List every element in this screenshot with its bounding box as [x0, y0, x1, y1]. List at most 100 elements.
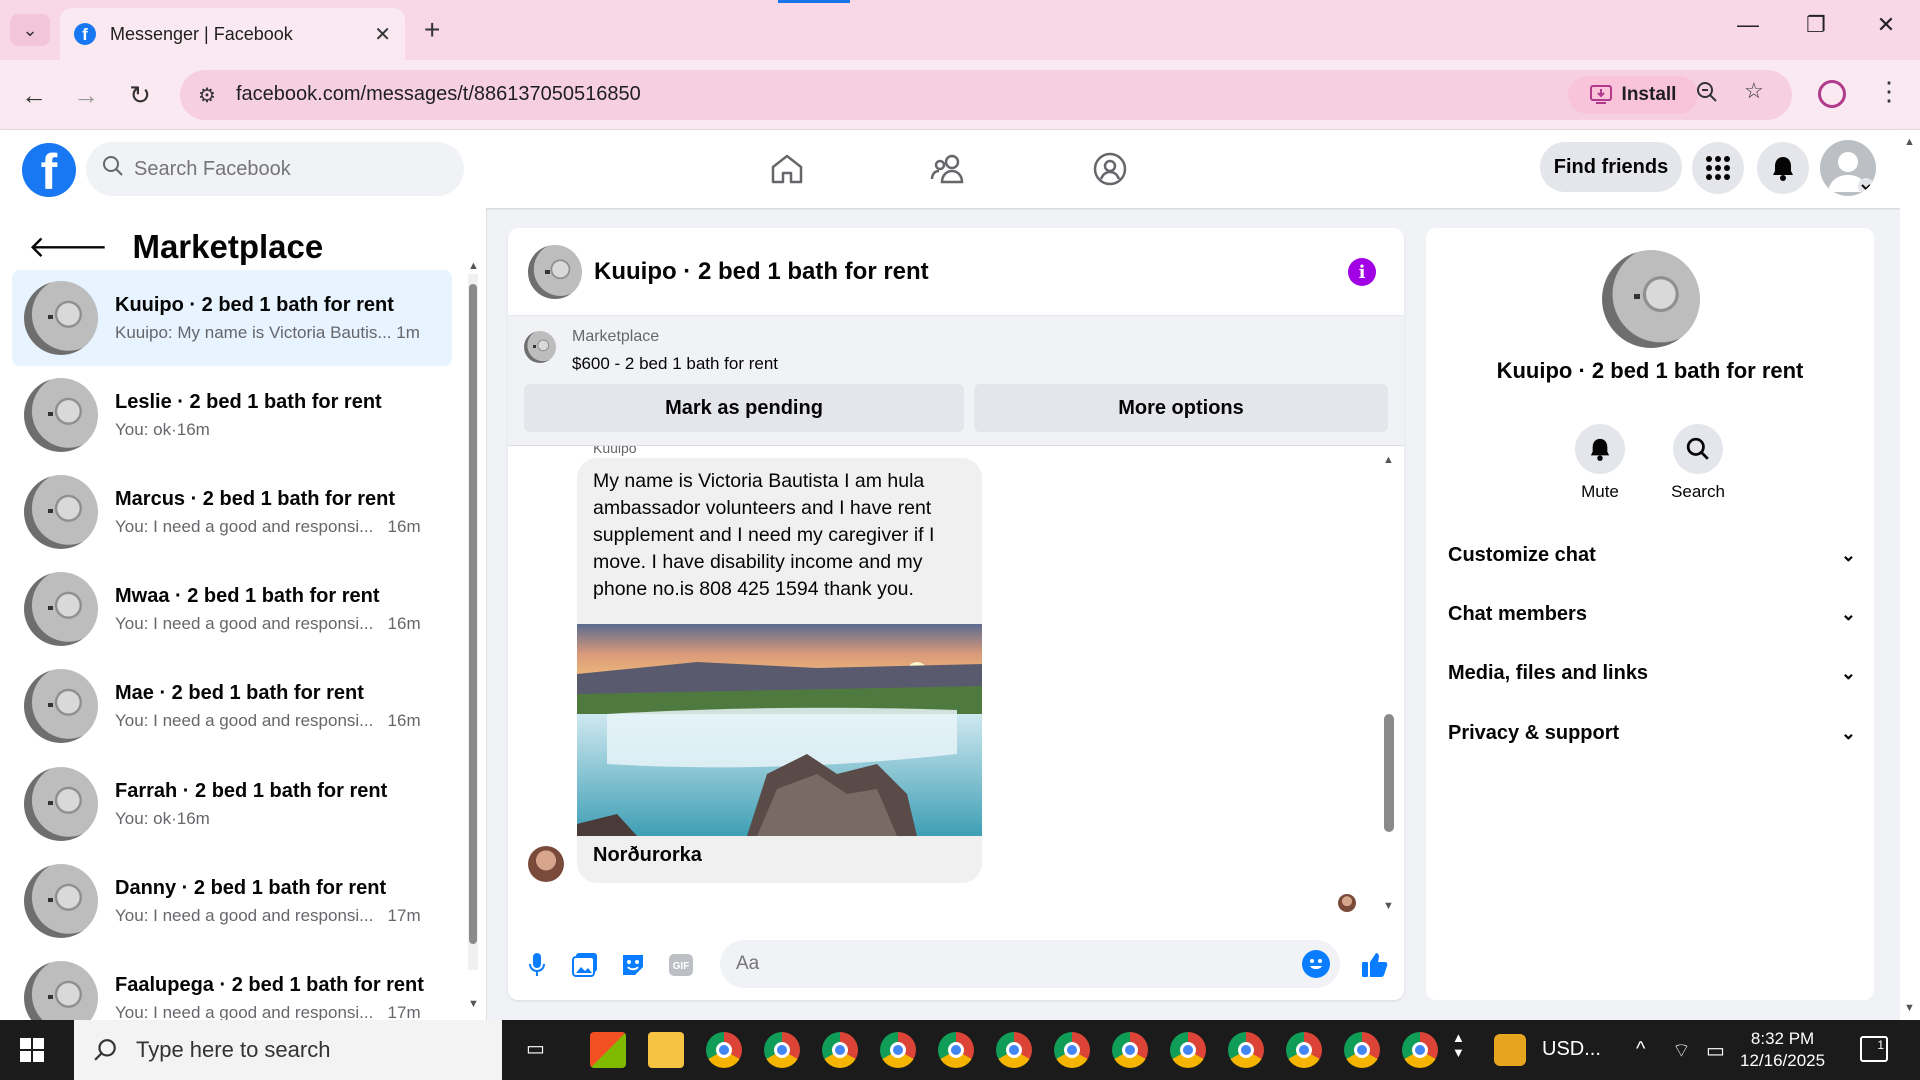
find-friends-button[interactable]: Find friends: [1540, 142, 1682, 192]
tray-chevron-up-icon[interactable]: ^: [1636, 1038, 1645, 1061]
microphone-icon[interactable]: [522, 950, 552, 980]
chat-scroll-up-icon[interactable]: ▲: [1383, 454, 1394, 466]
facebook-search-input[interactable]: [134, 157, 434, 181]
attachment-caption[interactable]: Norðurorka: [593, 844, 702, 867]
scrollbar-thumb[interactable]: [469, 284, 477, 944]
wifi-icon[interactable]: ⌔: [1672, 1038, 1691, 1063]
conversation-item-leslie[interactable]: Leslie · 2 bed 1 bath for rent You: ok · 1…: [12, 367, 452, 463]
taskbar-overflow-icon[interactable]: ▲ ▼: [1452, 1030, 1465, 1060]
zoom-icon[interactable]: [1696, 81, 1718, 109]
taskbar-search[interactable]: Type here to search: [74, 1020, 502, 1080]
conversation-item-faalupega[interactable]: Faalupega · 2 bed 1 bath for rent You: I…: [12, 950, 452, 1020]
chrome-app-icon[interactable]: [996, 1032, 1032, 1068]
currency-widget-label[interactable]: USD...: [1542, 1038, 1601, 1061]
browser-menu-icon[interactable]: ⋮: [1876, 76, 1902, 107]
file-explorer-icon[interactable]: [648, 1032, 684, 1068]
message-bubble[interactable]: My name is Victoria Bautista I am hula a…: [577, 458, 982, 883]
conversation-item-kuuipo[interactable]: Kuuipo · 2 bed 1 bath for rent Kuuipo: M…: [12, 270, 452, 366]
mark-as-pending-button[interactable]: Mark as pending: [524, 384, 964, 432]
listing-title[interactable]: $600 - 2 bed 1 bath for rent: [572, 354, 778, 374]
chat-members-section[interactable]: Chat members ⌄: [1448, 589, 1856, 639]
home-nav-icon[interactable]: [757, 148, 817, 190]
tab-search-button[interactable]: ⌄: [10, 14, 50, 46]
install-button[interactable]: Install: [1568, 76, 1698, 114]
restore-icon[interactable]: ❐: [1796, 12, 1836, 38]
chrome-app-icon[interactable]: [1402, 1032, 1438, 1068]
waterfall-image[interactable]: [577, 624, 982, 836]
chrome-app-icon[interactable]: [1170, 1032, 1206, 1068]
browser-tab[interactable]: f Messenger | Facebook ✕: [60, 8, 405, 60]
chrome-app-icon[interactable]: [1112, 1032, 1148, 1068]
photo-attach-icon[interactable]: [570, 950, 600, 980]
conversation-item-farrah[interactable]: Farrah · 2 bed 1 bath for rent You: ok · 1…: [12, 756, 452, 852]
notification-center-icon[interactable]: 1: [1860, 1036, 1888, 1062]
currency-widget-icon[interactable]: [1494, 1034, 1526, 1066]
menu-grid-icon[interactable]: [1692, 142, 1744, 194]
page-scroll-up-icon[interactable]: ▲: [1904, 136, 1915, 148]
facebook-search[interactable]: [86, 142, 464, 196]
close-tab-icon[interactable]: ✕: [374, 22, 391, 47]
friends-nav-icon[interactable]: [918, 148, 978, 190]
reload-icon[interactable]: ↻: [122, 78, 158, 112]
conversation-item-danny[interactable]: Danny · 2 bed 1 bath for rent You: I nee…: [12, 853, 452, 949]
privacy-support-section[interactable]: Privacy & support ⌄: [1448, 708, 1856, 758]
bell-icon[interactable]: [1575, 424, 1625, 474]
conversation-item-marcus[interactable]: Marcus · 2 bed 1 bath for rent You: I ne…: [12, 464, 452, 560]
customize-chat-section[interactable]: Customize chat ⌄: [1448, 530, 1856, 580]
mute-action[interactable]: Mute: [1560, 424, 1640, 502]
chrome-app-icon[interactable]: [764, 1032, 800, 1068]
conversation-item-mae[interactable]: Mae · 2 bed 1 bath for rent You: I need …: [12, 658, 452, 754]
windows-start-icon[interactable]: [20, 1038, 44, 1062]
new-tab-button[interactable]: +: [424, 14, 440, 46]
battery-icon[interactable]: ▭: [1706, 1038, 1725, 1063]
chrome-app-icon[interactable]: [1344, 1032, 1380, 1068]
sender-avatar[interactable]: [528, 846, 564, 882]
chat-scrollbar[interactable]: ▲ ▼: [1383, 454, 1395, 914]
back-arrow-icon[interactable]: 🡐: [28, 229, 108, 265]
message-input-box[interactable]: [720, 940, 1340, 988]
chat-scroll-down-icon[interactable]: ▼: [1383, 900, 1394, 912]
gif-icon[interactable]: GIF: [666, 950, 696, 980]
scroll-down-icon[interactable]: ▼: [468, 998, 479, 1010]
page-scrollbar[interactable]: ▲ ▼: [1900, 130, 1920, 1020]
message-input[interactable]: [720, 940, 1260, 988]
facebook-logo-icon[interactable]: f: [22, 143, 76, 197]
search-icon[interactable]: [1673, 424, 1723, 474]
info-icon[interactable]: i: [1348, 258, 1376, 286]
url-text[interactable]: facebook.com/messages/t/886137050516850: [236, 83, 641, 106]
chrome-app-icon[interactable]: [1054, 1032, 1090, 1068]
conversation-list-scrollbar[interactable]: [468, 274, 478, 970]
chrome-app-icon[interactable]: [880, 1032, 916, 1068]
media-files-links-section[interactable]: Media, files and links ⌄: [1448, 648, 1856, 698]
conversation-item-mwaa[interactable]: Mwaa · 2 bed 1 bath for rent You: I need…: [12, 561, 452, 657]
microsoft-store-icon[interactable]: [590, 1032, 626, 1068]
chrome-app-icon[interactable]: [822, 1032, 858, 1068]
site-info-icon[interactable]: ⚙: [198, 83, 216, 108]
taskbar-clock[interactable]: 8:32 PM 12/16/2025: [1740, 1028, 1825, 1072]
chat-listing-thumbnail[interactable]: [528, 244, 582, 299]
chat-scrollbar-thumb[interactable]: [1384, 714, 1394, 832]
chrome-app-icon[interactable]: [1228, 1032, 1264, 1068]
browser-profile-icon[interactable]: [1818, 80, 1846, 108]
chrome-app-icon[interactable]: [1286, 1032, 1322, 1068]
chat-title[interactable]: Kuuipo · 2 bed 1 bath for rent: [594, 258, 929, 286]
minimize-icon[interactable]: —: [1728, 12, 1768, 38]
page-scroll-down-icon[interactable]: ▼: [1904, 1002, 1915, 1014]
sticker-icon[interactable]: [618, 950, 648, 980]
listing-mini-thumbnail[interactable]: [524, 331, 556, 363]
omnibox[interactable]: ⚙ facebook.com/messages/t/88613705051685…: [180, 70, 1792, 120]
like-thumb-icon[interactable]: [1360, 950, 1390, 980]
forward-icon[interactable]: →: [68, 78, 104, 112]
back-icon[interactable]: ←: [16, 78, 52, 112]
close-window-icon[interactable]: ✕: [1866, 12, 1906, 38]
search-action[interactable]: Search: [1658, 424, 1738, 502]
task-view-icon[interactable]: ▭: [526, 1036, 545, 1061]
info-listing-thumbnail[interactable]: [1602, 250, 1700, 348]
groups-nav-icon[interactable]: [1080, 148, 1140, 190]
chrome-app-icon[interactable]: [938, 1032, 974, 1068]
notifications-bell-icon[interactable]: [1757, 142, 1809, 194]
account-avatar[interactable]: [1820, 140, 1876, 196]
emoji-icon[interactable]: [1302, 950, 1330, 978]
chrome-app-icon[interactable]: [706, 1032, 742, 1068]
bookmark-star-icon[interactable]: ☆: [1744, 78, 1764, 104]
